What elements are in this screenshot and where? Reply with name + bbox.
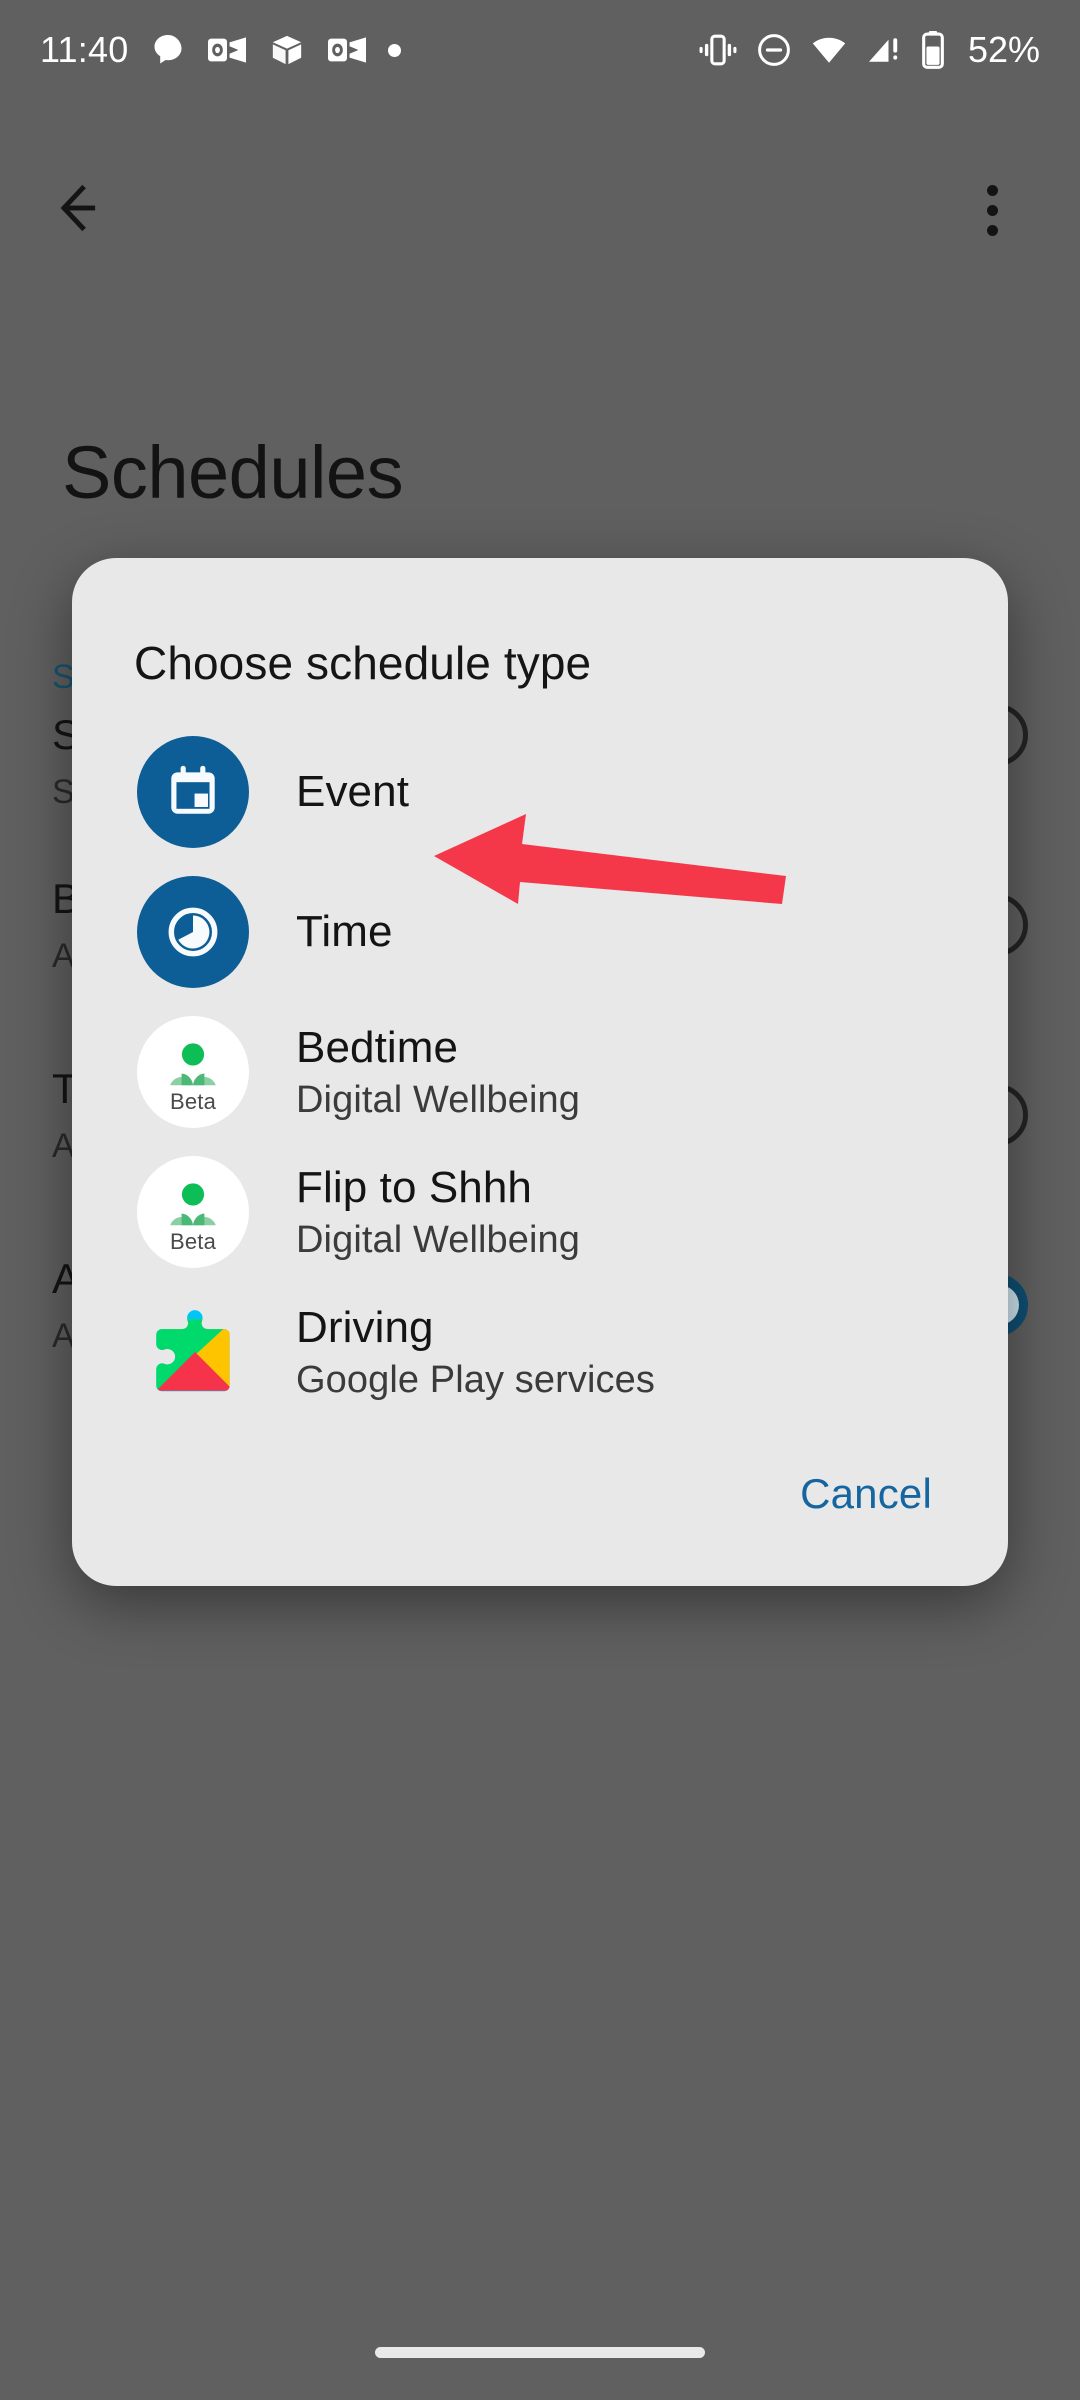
option-flip-to-shhh-label: Flip to Shhh: [296, 1162, 533, 1212]
digital-wellbeing-beta-icon: Beta: [134, 1153, 252, 1271]
beta-badge: Beta: [169, 1229, 217, 1254]
option-flip-to-shhh[interactable]: Beta Flip to Shhh Digital Wellbeing: [72, 1142, 1008, 1282]
schedule-type-options: Event Time Beta Bedtime Digital Wellbein…: [72, 700, 1008, 1422]
more-vert-icon-dot2: [986, 204, 998, 216]
battery-icon: [920, 31, 946, 69]
option-bedtime-texts: Bedtime Digital Wellbeing: [296, 1023, 580, 1122]
cancel-button[interactable]: Cancel: [782, 1456, 950, 1532]
phone-screen: 11:40 52% Schedules S S S B A T A A A Ch…: [0, 0, 1080, 2400]
option-bedtime[interactable]: Beta Bedtime Digital Wellbeing: [72, 1002, 1008, 1142]
outlook-icon: [328, 34, 367, 66]
choose-schedule-type-dialog: Choose schedule type Event Time Beta Bed…: [72, 558, 1008, 1586]
back-button[interactable]: [48, 170, 128, 250]
digital-wellbeing-beta-icon: Beta: [134, 1013, 252, 1131]
do-not-disturb-icon: [756, 32, 792, 68]
wellbeing-icon-circle: Beta: [137, 1016, 249, 1128]
option-driving-subtitle: Google Play services: [296, 1358, 655, 1401]
option-driving[interactable]: Driving Google Play services: [72, 1282, 1008, 1422]
dialog-title: Choose schedule type: [134, 637, 592, 689]
more-vert-icon: [986, 184, 998, 196]
option-bedtime-subtitle: Digital Wellbeing: [296, 1078, 581, 1121]
chat-bubble-icon: [150, 32, 186, 68]
option-flip-to-shhh-texts: Flip to Shhh Digital Wellbeing: [296, 1163, 580, 1262]
battery-percent: 52%: [967, 29, 1040, 70]
calendar-icon-circle: [137, 736, 249, 848]
navigation-home-pill[interactable]: [375, 2347, 705, 2358]
clock-icon-circle: [137, 876, 249, 988]
outlook-icon: [208, 34, 247, 66]
option-event-texts: Event: [296, 767, 409, 817]
status-bar-right: 52%: [698, 29, 1040, 71]
status-bar-left: 11:40: [40, 29, 402, 71]
app-bar: [0, 150, 1080, 270]
option-driving-label: Driving: [296, 1302, 434, 1352]
option-time-texts: Time: [296, 907, 393, 957]
dialog-actions: Cancel: [72, 1422, 1008, 1562]
more-vert-icon-dot3: [986, 224, 998, 236]
overflow-menu-button[interactable]: [952, 170, 1032, 250]
wellbeing-icon-circle: Beta: [137, 1156, 249, 1268]
option-event-label: Event: [296, 767, 410, 816]
google-play-services-icon: [134, 1293, 252, 1411]
option-time[interactable]: Time: [72, 862, 1008, 1002]
option-event[interactable]: Event: [72, 722, 1008, 862]
wifi-icon: [810, 35, 848, 65]
beta-badge: Beta: [169, 1089, 217, 1114]
vibrate-icon: [698, 33, 738, 67]
page-title: Schedules: [62, 431, 404, 514]
option-driving-texts: Driving Google Play services: [296, 1303, 655, 1402]
option-flip-to-shhh-subtitle: Digital Wellbeing: [296, 1218, 581, 1261]
clock-time-icon: [134, 873, 252, 991]
status-bar: 11:40 52%: [0, 0, 1080, 100]
calendar-event-icon: [134, 733, 252, 851]
cellular-warning-icon: [866, 35, 902, 65]
option-bedtime-label: Bedtime: [296, 1022, 459, 1072]
3d-box-icon: [268, 33, 306, 67]
option-time-label: Time: [296, 907, 393, 956]
arrow-back-icon: [59, 182, 117, 239]
status-clock: 11:40: [40, 29, 129, 70]
dot-icon: [388, 43, 402, 57]
